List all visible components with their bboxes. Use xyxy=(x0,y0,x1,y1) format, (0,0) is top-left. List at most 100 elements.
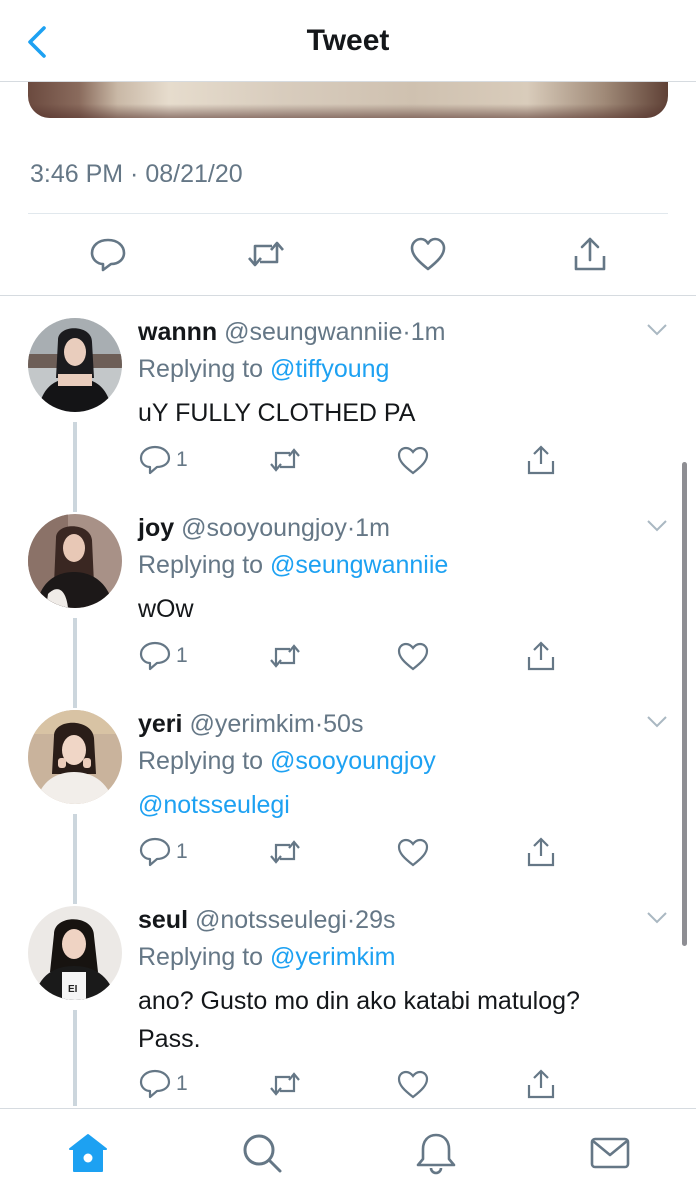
reply-button[interactable]: 1 xyxy=(138,640,198,672)
tab-search[interactable] xyxy=(240,1131,284,1175)
author-name[interactable]: joy xyxy=(138,514,174,542)
reply-icon xyxy=(139,1069,171,1099)
reply-count: 1 xyxy=(176,644,188,667)
share-button[interactable] xyxy=(570,234,610,274)
retweet-icon xyxy=(270,840,300,864)
replying-to-label: Replying to xyxy=(138,943,271,971)
reply-actions: 1 xyxy=(138,640,578,674)
like-button[interactable] xyxy=(408,234,448,274)
svg-text:EI: EI xyxy=(68,984,78,995)
reply-button[interactable]: 1 xyxy=(138,836,198,868)
thread-line xyxy=(73,814,77,904)
avatar[interactable] xyxy=(28,514,122,608)
author-handle[interactable]: @yerimkim xyxy=(189,710,314,738)
author-handle[interactable]: @seungwanniie xyxy=(224,318,402,346)
separator-dot: · xyxy=(402,318,411,346)
author-name[interactable]: seul xyxy=(138,906,188,934)
reply-time: 50s xyxy=(323,710,364,738)
share-button[interactable] xyxy=(524,444,558,476)
chevron-down-icon xyxy=(647,912,667,924)
retweet-icon xyxy=(270,644,300,668)
replying-to-mention[interactable]: @seungwanniie xyxy=(270,551,448,579)
more-options-button[interactable] xyxy=(646,322,668,338)
like-icon xyxy=(397,838,429,867)
reply-tweet[interactable]: yeri @yerimkim·50s Replying to @sooyoung… xyxy=(0,710,696,904)
chevron-down-icon xyxy=(647,716,667,728)
retweet-button[interactable] xyxy=(268,1068,302,1100)
reply-icon xyxy=(139,837,171,867)
replying-to-mention[interactable]: @yerimkim xyxy=(270,943,395,971)
tab-notifications[interactable] xyxy=(414,1131,458,1175)
reply-text: wOw xyxy=(138,595,194,623)
replying-to-mention[interactable]: @sooyoungjoy xyxy=(270,747,436,775)
like-button[interactable] xyxy=(396,640,430,672)
retweet-button[interactable] xyxy=(268,640,302,672)
replying-to-line: Replying to @yerimkim xyxy=(138,943,395,972)
reply-tweet[interactable]: joy @sooyoungjoy·1m Replying to @seungwa… xyxy=(0,514,696,708)
author-name[interactable]: wannn xyxy=(138,318,217,346)
reply-icon xyxy=(139,641,171,671)
replying-to-line: Replying to @tiffyoung xyxy=(138,355,389,384)
more-options-button[interactable] xyxy=(646,518,668,534)
avatar[interactable]: EI xyxy=(28,906,122,1000)
top-nav-bar: Tweet xyxy=(0,0,696,82)
avatar[interactable] xyxy=(28,318,122,412)
search-icon xyxy=(243,1134,282,1173)
author-handle[interactable]: @sooyoungjoy xyxy=(181,514,347,542)
share-icon xyxy=(527,445,555,475)
share-icon xyxy=(527,641,555,671)
notifications-icon xyxy=(416,1133,456,1175)
retweet-icon xyxy=(270,1072,300,1096)
share-button[interactable] xyxy=(524,640,558,672)
replying-to-line: Replying to @seungwanniie xyxy=(138,551,448,580)
scrollbar[interactable] xyxy=(682,462,687,946)
reply-header: seul @notsseulegi·29s xyxy=(138,906,395,935)
share-button[interactable] xyxy=(524,1068,558,1100)
messages-icon xyxy=(590,1137,630,1169)
replying-to-mention[interactable]: @tiffyoung xyxy=(270,355,389,383)
reply-text-line: Pass. xyxy=(138,1025,201,1053)
reply-tweet[interactable]: wannn @seungwanniie·1m Replying to @tiff… xyxy=(0,318,696,512)
author-name[interactable]: yeri xyxy=(138,710,182,738)
share-icon xyxy=(527,837,555,867)
chevron-down-icon xyxy=(647,520,667,532)
retweet-button[interactable] xyxy=(268,836,302,868)
reply-icon xyxy=(90,238,126,272)
reply-actions: 1 xyxy=(138,1068,578,1102)
retweet-button[interactable] xyxy=(246,234,286,274)
like-button[interactable] xyxy=(396,836,430,868)
replying-to-label: Replying to xyxy=(138,355,271,383)
chevron-down-icon xyxy=(647,324,667,336)
avatar[interactable] xyxy=(28,710,122,804)
thread-line xyxy=(73,422,77,512)
reply-header: joy @sooyoungjoy·1m xyxy=(138,514,390,543)
more-options-button[interactable] xyxy=(646,910,668,926)
tab-home[interactable] xyxy=(66,1131,110,1175)
like-button[interactable] xyxy=(396,1068,430,1100)
reply-button[interactable] xyxy=(88,234,128,274)
thread-line xyxy=(73,1010,77,1106)
home-icon xyxy=(69,1134,107,1172)
reply-text-mention[interactable]: @notsseulegi xyxy=(138,786,658,824)
reply-text: uY FULLY CLOTHED PA xyxy=(138,399,416,427)
replying-to-line: Replying to @sooyoungjoy xyxy=(138,747,436,776)
retweet-button[interactable] xyxy=(268,444,302,476)
reply-time: 1m xyxy=(355,514,390,542)
reply-text-line: ano? Gusto mo din ako katabi matulog? xyxy=(138,987,580,1015)
page-title: Tweet xyxy=(306,24,390,57)
author-handle[interactable]: @notsseulegi xyxy=(195,906,347,934)
reply-button[interactable]: 1 xyxy=(138,444,198,476)
reply-tweet[interactable]: EI seul @notsseulegi·29s Replying to @ye… xyxy=(0,906,696,1106)
tweet-actions-bar xyxy=(0,214,696,296)
like-icon xyxy=(397,642,429,671)
reply-time: 1m xyxy=(410,318,446,346)
tweet-media-image[interactable] xyxy=(28,82,668,118)
more-options-button[interactable] xyxy=(646,714,668,730)
like-button[interactable] xyxy=(396,444,430,476)
share-button[interactable] xyxy=(524,836,558,868)
reply-icon xyxy=(139,445,171,475)
separator-dot: · xyxy=(346,906,356,934)
reply-button[interactable]: 1 xyxy=(138,1068,198,1100)
separator-dot: · xyxy=(314,710,324,738)
tab-messages[interactable] xyxy=(588,1131,632,1175)
